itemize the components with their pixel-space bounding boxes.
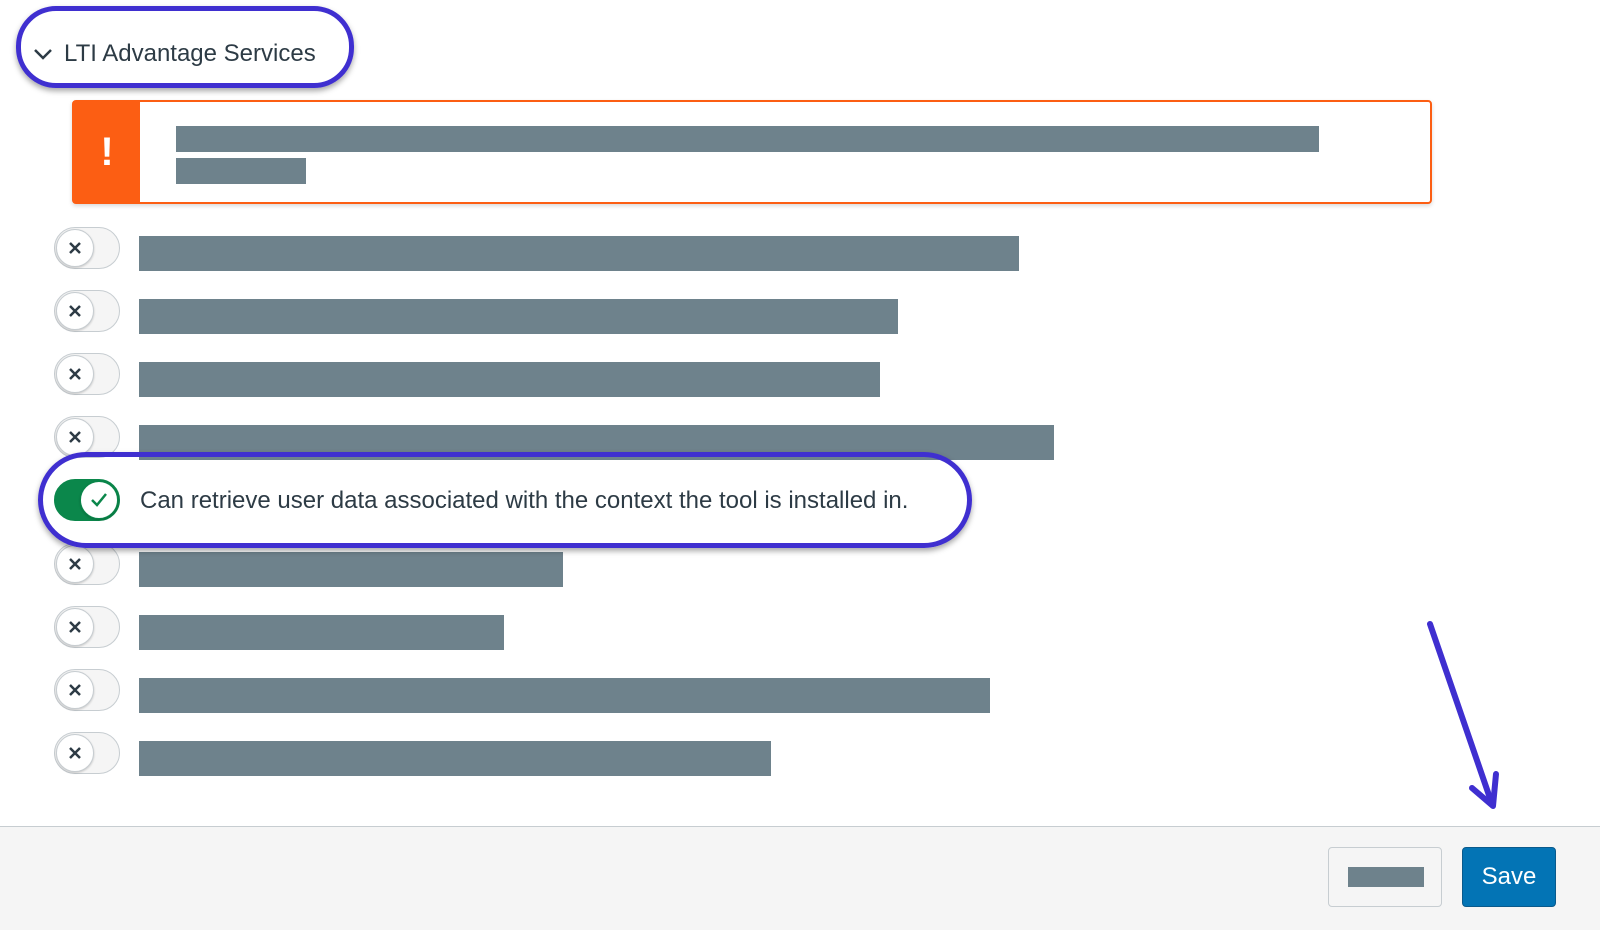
- close-icon: [56, 545, 94, 583]
- modal-footer: Save: [0, 826, 1600, 930]
- close-icon: [56, 229, 94, 267]
- service-toggle[interactable]: [54, 290, 120, 332]
- save-button[interactable]: Save: [1462, 847, 1556, 907]
- section-toggle-lti-advantage-services[interactable]: LTI Advantage Services: [32, 36, 316, 72]
- service-label-redacted: [139, 552, 563, 587]
- service-row: [54, 669, 1454, 713]
- service-row: [54, 227, 1454, 271]
- close-icon: [56, 608, 94, 646]
- service-toggle[interactable]: [54, 416, 120, 458]
- service-toggle[interactable]: [54, 543, 120, 585]
- warning-alert: !: [72, 100, 1432, 204]
- section-title: LTI Advantage Services: [64, 40, 316, 67]
- service-row: [54, 606, 1454, 650]
- service-label-redacted: [139, 425, 1054, 460]
- alert-message-redacted: [176, 126, 1319, 152]
- service-toggle-enabled[interactable]: [54, 479, 120, 521]
- service-label-redacted: [139, 236, 1019, 271]
- service-label-redacted: [139, 678, 990, 713]
- service-row: [54, 732, 1454, 776]
- service-row: [54, 543, 1454, 587]
- service-label-redacted: [139, 299, 898, 334]
- service-toggle[interactable]: [54, 606, 120, 648]
- alert-message-redacted: [176, 158, 306, 184]
- check-icon: [80, 481, 118, 519]
- close-icon: [56, 355, 94, 393]
- service-row: [54, 290, 1454, 334]
- service-row-user-data: Can retrieve user data associated with t…: [54, 479, 1454, 523]
- close-icon: [56, 734, 94, 772]
- service-toggle[interactable]: [54, 669, 120, 711]
- close-icon: [56, 671, 94, 709]
- service-label: Can retrieve user data associated with t…: [140, 487, 909, 514]
- service-label-redacted: [139, 741, 771, 776]
- service-label-redacted: [139, 362, 880, 397]
- service-row: [54, 353, 1454, 397]
- cancel-label-redacted: [1348, 867, 1424, 887]
- service-toggle[interactable]: [54, 353, 120, 395]
- service-row: [54, 416, 1454, 460]
- service-toggle[interactable]: [54, 227, 120, 269]
- service-label-redacted: [139, 615, 504, 650]
- service-toggle[interactable]: [54, 732, 120, 774]
- chevron-down-icon: [32, 43, 54, 65]
- annotation-arrow-icon: [1427, 621, 1499, 809]
- close-icon: [56, 292, 94, 330]
- cancel-button[interactable]: [1328, 847, 1442, 907]
- warning-icon: !: [74, 102, 140, 202]
- close-icon: [56, 418, 94, 456]
